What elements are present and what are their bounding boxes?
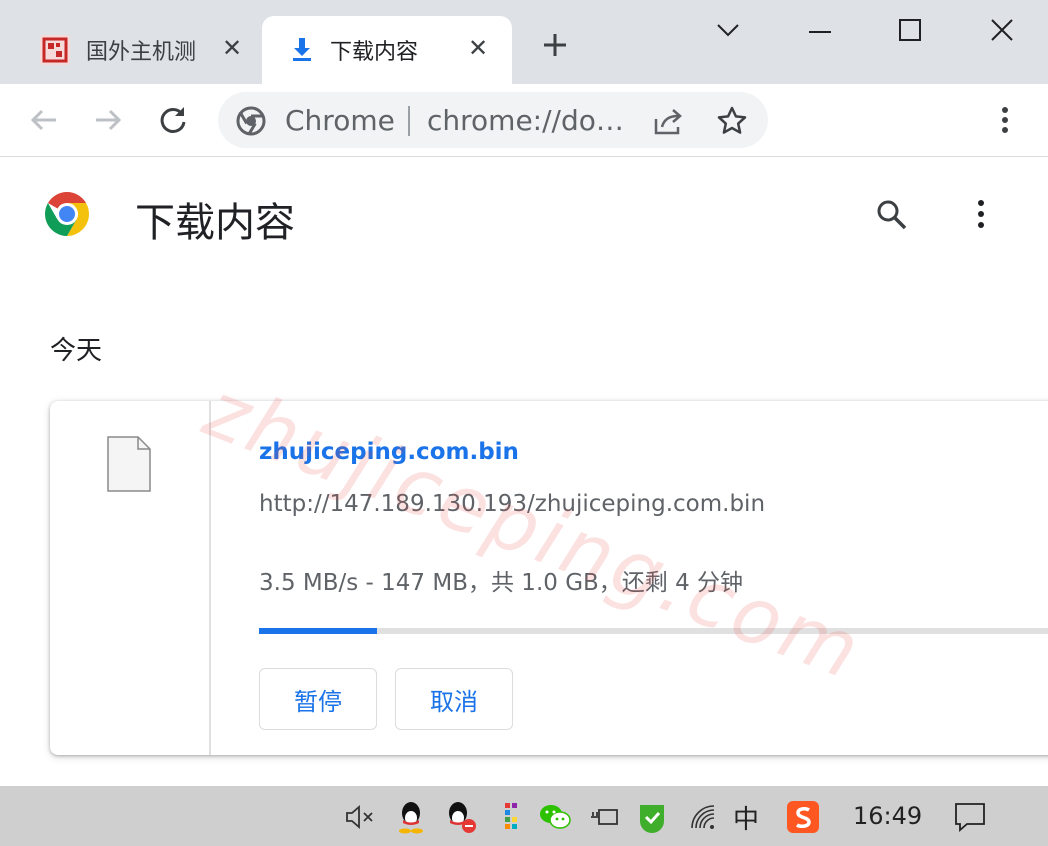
tab-title: 下载内容 xyxy=(330,40,419,65)
tab-downloads[interactable]: 下载内容 ✕ xyxy=(262,16,512,84)
app-icon[interactable] xyxy=(494,800,528,834)
chrome-logo-icon xyxy=(236,106,266,136)
address-bar[interactable]: Chrome chrome://do… xyxy=(218,92,768,148)
taskbar: 中 16:49 xyxy=(0,786,1048,846)
cancel-button[interactable]: 取消 xyxy=(395,668,513,730)
browser-toolbar: Chrome chrome://do… xyxy=(0,84,1048,157)
close-tab-icon[interactable]: ✕ xyxy=(468,34,488,62)
more-menu-icon[interactable] xyxy=(989,104,1021,136)
taskbar-clock[interactable]: 16:49 xyxy=(853,802,922,830)
tab-search-chevron-icon[interactable] xyxy=(708,10,748,50)
wifi-icon[interactable] xyxy=(686,800,720,834)
bookmark-star-icon[interactable] xyxy=(716,105,748,137)
wechat-icon[interactable] xyxy=(538,800,572,834)
page-menu-icon[interactable] xyxy=(964,197,998,233)
search-icon[interactable] xyxy=(874,197,910,233)
minimize-icon[interactable] xyxy=(800,10,840,50)
page-title: 下载内容 xyxy=(135,200,295,246)
maximize-icon[interactable] xyxy=(890,10,930,50)
site-favicon-icon xyxy=(38,33,72,67)
tab-strip: 国外主机测 ✕ 下载内容 ✕ xyxy=(0,0,1048,84)
power-icon[interactable] xyxy=(587,800,621,834)
tab-title: 国外主机测 xyxy=(86,40,197,65)
share-icon[interactable] xyxy=(652,105,684,137)
date-section-heading: 今天 xyxy=(50,336,103,366)
ime-indicator[interactable]: 中 xyxy=(729,800,763,835)
url-text[interactable]: chrome://do… xyxy=(427,104,624,137)
progress-fill xyxy=(259,628,377,634)
security-icon[interactable] xyxy=(635,800,669,834)
download-icon xyxy=(290,36,314,64)
file-icon[interactable] xyxy=(106,435,152,493)
omnibox-divider xyxy=(408,106,410,136)
notification-icon[interactable] xyxy=(953,800,987,834)
back-arrow-icon[interactable] xyxy=(28,104,60,136)
new-tab-button[interactable] xyxy=(538,28,572,62)
forward-arrow-icon[interactable] xyxy=(92,104,124,136)
qq-dnd-icon[interactable] xyxy=(444,800,478,834)
security-chip-label: Chrome xyxy=(285,104,395,137)
chrome-logo xyxy=(43,190,91,238)
qq-icon[interactable] xyxy=(394,800,428,834)
mute-icon[interactable] xyxy=(343,800,377,834)
download-progress-bar xyxy=(259,628,1048,634)
reload-icon[interactable] xyxy=(157,104,189,136)
tab-site[interactable]: 国外主机测 ✕ xyxy=(24,16,262,84)
close-tab-icon[interactable]: ✕ xyxy=(222,34,242,62)
window-close-icon[interactable] xyxy=(982,10,1022,50)
sogou-icon[interactable] xyxy=(786,800,820,834)
pause-button[interactable]: 暂停 xyxy=(259,668,377,730)
